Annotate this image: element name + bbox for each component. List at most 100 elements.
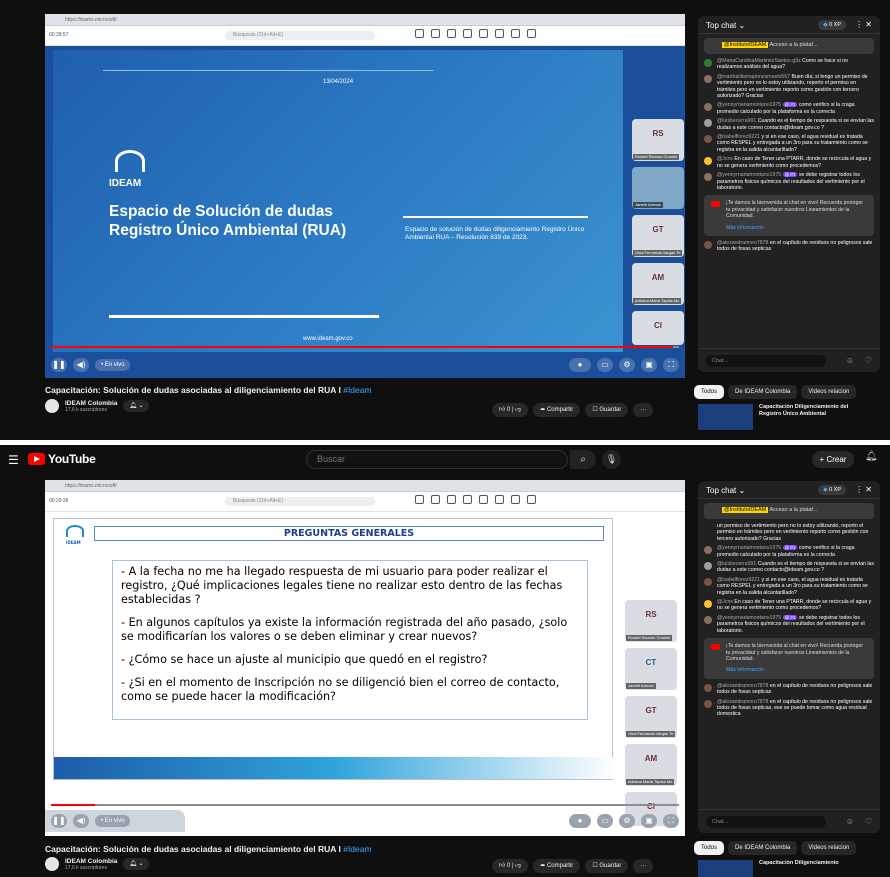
tab-related[interactable]: Videos relacion: [801, 385, 857, 399]
chat-mode-dropdown[interactable]: Top chat: [706, 486, 736, 495]
channel-info: IDEAM Colombia 17,6 k suscriptores 🔔︎ ⌄: [45, 399, 150, 413]
more-button[interactable]: ···: [633, 859, 654, 873]
autoplay-toggle[interactable]: ●: [569, 814, 591, 828]
recommended-video[interactable]: Capacitación Diligenciamiento del Regist…: [698, 404, 869, 430]
miniplayer-icon[interactable]: ▣: [641, 358, 657, 372]
share-button[interactable]: ➦ Compartir: [533, 403, 581, 417]
participant-tile: CI: [632, 311, 684, 345]
avatar: [704, 577, 712, 586]
video-thumbnail[interactable]: [698, 860, 753, 877]
chat-more-icon[interactable]: ⋮ ✕: [855, 485, 872, 494]
save-button[interactable]: ☐ Guardar: [585, 859, 629, 873]
settings-gear-icon[interactable]: ⚙: [619, 358, 635, 372]
tab-all[interactable]: Todos: [694, 841, 725, 855]
meeting-time: 00:28:57: [49, 32, 69, 38]
search-input[interactable]: Buscar: [306, 450, 568, 469]
channel-avatar[interactable]: [45, 399, 59, 413]
chat-more-icon[interactable]: ⋮ ✕: [855, 20, 872, 29]
participant-tile: AM Adriana María Tapias Mu: [625, 744, 677, 786]
more-button[interactable]: ···: [633, 403, 654, 417]
live-chat: Top chat ⌄ ◆ 0 XP ⋮ ✕ @InstitutoIDEAM Acce…: [698, 16, 880, 372]
recommended-video-title[interactable]: Capacitación Diligenciamiento: [759, 860, 869, 877]
autoplay-toggle[interactable]: ●: [569, 358, 591, 372]
meeting-tools: [415, 29, 536, 38]
chat-mode-dropdown[interactable]: Top chat: [706, 21, 736, 30]
address-bar: https://teams.microsoft/: [65, 17, 117, 23]
avatar: [704, 562, 712, 571]
video-player[interactable]: https://teams.microsoft/ 00:29:26 Búsque…: [45, 480, 685, 836]
pause-icon[interactable]: ❚❚: [51, 358, 67, 372]
avatar: [704, 74, 712, 83]
screenshot-1: https://teams.microsoft/ 00:28:57 Búsque…: [0, 0, 890, 440]
notification-bell-button[interactable]: 🔔︎ ⌄: [123, 400, 150, 412]
avatar: [704, 103, 712, 112]
heart-icon[interactable]: ♡: [865, 356, 872, 365]
chat-message: @luisbecerra991 Cuando es el tiempo de r…: [704, 561, 874, 574]
subtitles-icon[interactable]: ▭: [597, 814, 613, 828]
volume-icon[interactable]: ◀): [73, 814, 89, 828]
progress-bar[interactable]: [51, 804, 679, 806]
participant-strip: RS Rosdel Ricardo Chambi Janeth Arenas GT…: [632, 119, 684, 345]
chat-message: @yennyrnariamontano1975 @ #1 como verifi…: [704, 545, 874, 558]
channel-avatar[interactable]: [45, 857, 59, 871]
live-chat: Top chat ⌄ ◆ 0 XP ⋮ ✕ @InstitutoIDEAM Acce…: [698, 481, 880, 833]
recommended-video[interactable]: Capacitación Diligenciamiento: [698, 860, 869, 877]
search-icon[interactable]: ⌕: [570, 450, 596, 469]
chat-input[interactable]: Chat...: [706, 355, 826, 367]
youtube-logo[interactable]: YouTube: [28, 452, 96, 466]
notifications-icon[interactable]: 🔔︎: [865, 451, 878, 462]
microphone-icon[interactable]: 🎙︎: [602, 450, 621, 469]
fullscreen-icon[interactable]: ⛶: [663, 358, 679, 372]
share-button[interactable]: ➦ Compartir: [533, 859, 581, 873]
emoji-icon[interactable]: ☺: [846, 356, 854, 365]
recommended-video-title[interactable]: Capacitación Diligenciamiento del Regist…: [759, 404, 869, 430]
avatar: [704, 173, 712, 182]
pause-icon[interactable]: ❚❚: [51, 814, 67, 828]
avatar: [704, 135, 712, 144]
avatar: [704, 683, 712, 692]
player-right-controls: ● ▭ ⚙ ▣ ⛶: [569, 358, 679, 372]
hamburger-menu-icon[interactable]: ☰: [8, 453, 19, 467]
live-badge[interactable]: • En vivo: [95, 359, 131, 371]
participant-tile: CT Janeth Arenas: [625, 648, 677, 690]
tab-channel[interactable]: De IDEAM Colombia: [728, 385, 798, 399]
like-button[interactable]: 👍︎ 0 | 👎︎: [492, 403, 529, 417]
live-badge[interactable]: • En vivo: [95, 815, 131, 827]
tab-channel[interactable]: De IDEAM Colombia: [728, 841, 798, 855]
video-thumbnail[interactable]: [698, 404, 753, 430]
xp-badge: ◆ 0 XP: [818, 485, 846, 495]
create-button[interactable]: + Crear: [812, 451, 854, 468]
emoji-icon[interactable]: ☺: [846, 817, 854, 826]
channel-name[interactable]: IDEAM Colombia: [65, 858, 117, 865]
slide-heading: PREGUNTAS GENERALES: [94, 526, 604, 541]
browser-chrome: https://teams.microsoft/: [45, 14, 685, 26]
more-info-link[interactable]: Más información: [726, 225, 868, 231]
progress-bar[interactable]: [51, 346, 679, 348]
volume-icon[interactable]: ◀): [73, 358, 89, 372]
chat-header: Top chat ⌄ ◆ 0 XP ⋮ ✕: [698, 16, 880, 34]
pinned-message[interactable]: @InstitutoIDEAM Acceso a la plataf...: [704, 503, 874, 519]
tab-all[interactable]: Todos: [694, 385, 725, 399]
settings-gear-icon[interactable]: ⚙: [619, 814, 635, 828]
chat-input-bar: Chat... ☺ ♡: [698, 348, 880, 372]
fullscreen-icon[interactable]: ⛶: [663, 814, 679, 828]
miniplayer-icon[interactable]: ▣: [641, 814, 657, 828]
more-info-link[interactable]: Más información: [726, 667, 868, 673]
youtube-play-icon: [28, 453, 45, 465]
avatar: [704, 524, 712, 532]
subtitles-icon[interactable]: ▭: [597, 358, 613, 372]
heart-icon[interactable]: ♡: [865, 817, 872, 826]
pinned-message[interactable]: @InstitutoIDEAM Acceso a la plataf...: [704, 38, 874, 54]
slide-title: Espacio de Solución de dudas Registro Ún…: [109, 203, 347, 239]
channel-name[interactable]: IDEAM Colombia: [65, 400, 117, 407]
player-controls: ❚❚ ◀) • En vivo: [45, 810, 185, 832]
notification-bell-button[interactable]: 🔔︎ ⌄: [123, 858, 150, 870]
question-item: - A la fecha no me ha llegado respuesta …: [121, 565, 563, 606]
meeting-tools: [415, 495, 536, 504]
tab-related[interactable]: Videos relacion: [801, 841, 857, 855]
like-button[interactable]: 👍︎ 0 | 👎︎: [492, 859, 529, 873]
chat-input[interactable]: Chat...: [706, 816, 826, 828]
video-player[interactable]: https://teams.microsoft/ 00:28:57 Búsque…: [45, 14, 685, 378]
video-title: Capacitación: Solución de dudas asociada…: [45, 844, 372, 854]
save-button[interactable]: ☐ Guardar: [585, 403, 629, 417]
